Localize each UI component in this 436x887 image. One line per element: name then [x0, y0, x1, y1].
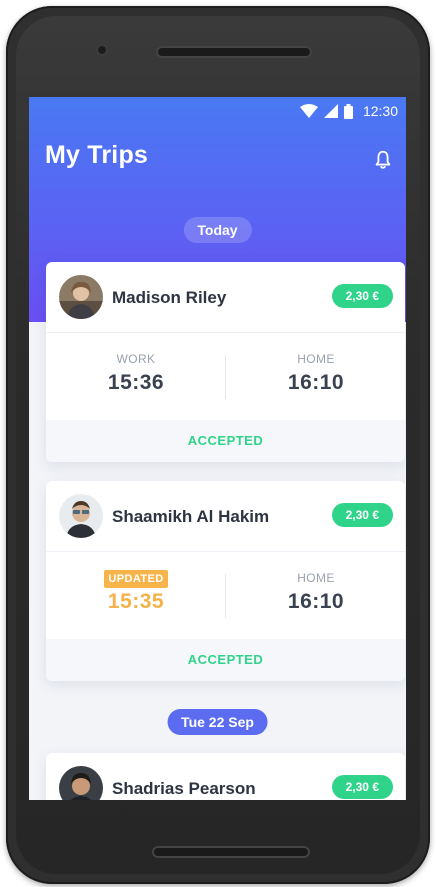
trip-card-header: Madison Riley 2,30 €	[46, 262, 405, 333]
trip-status: ACCEPTED	[46, 420, 405, 462]
avatar	[59, 766, 103, 800]
wifi-icon	[299, 104, 318, 118]
departure-time: 15:36	[107, 371, 165, 394]
status-time: 12:30	[362, 103, 398, 119]
bell-icon[interactable]	[372, 149, 394, 171]
trip-card[interactable]: Madison Riley 2,30 € WORK 15:36 HOME 16:…	[46, 262, 405, 462]
passenger-name: Madison Riley	[112, 288, 227, 307]
trip-card-header: Shaamikh Al Hakim 2,30 €	[46, 481, 405, 552]
section-label-date: Tue 22 Sep	[167, 709, 268, 735]
passenger-name: Shadrias Pearson	[112, 779, 256, 798]
avatar	[59, 494, 103, 538]
app-screen: 12:30 My Trips Today Madison Riley 2,30 …	[29, 97, 406, 800]
section-label-today: Today	[183, 217, 252, 243]
price-badge: 2,30 €	[331, 775, 393, 799]
passenger-name: Shaamikh Al Hakim	[112, 507, 270, 526]
arrival-time: 16:10	[287, 371, 345, 394]
origin-label: UPDATED	[76, 570, 196, 588]
trip-status: ACCEPTED	[46, 639, 405, 681]
avatar	[59, 275, 103, 319]
trip-destination: HOME 16:10	[256, 351, 376, 395]
destination-label: HOME	[297, 571, 335, 585]
bottom-speaker	[152, 846, 310, 858]
top-speaker	[156, 46, 312, 58]
page-title: My Trips	[45, 141, 149, 169]
destination-label: HOME	[297, 352, 335, 366]
trip-card[interactable]: Shadrias Pearson 2,30 €	[46, 753, 405, 800]
divider	[225, 574, 226, 618]
trip-destination: HOME 16:10	[256, 570, 376, 614]
price-badge: 2,30 €	[331, 503, 393, 527]
trip-origin: UPDATED 15:35	[76, 570, 196, 614]
status-bar: 12:30	[29, 97, 406, 125]
departure-time: 15:35	[107, 590, 165, 613]
battery-icon	[343, 103, 353, 119]
origin-label: WORK	[116, 352, 156, 366]
trip-card[interactable]: Shaamikh Al Hakim 2,30 € UPDATED 15:35 H…	[46, 481, 405, 681]
trip-times: UPDATED 15:35 HOME 16:10	[46, 552, 405, 640]
arrival-time: 16:10	[287, 590, 345, 613]
price-badge: 2,30 €	[331, 284, 393, 308]
divider	[225, 355, 226, 399]
trip-origin: WORK 15:36	[76, 351, 196, 395]
updated-badge: UPDATED	[104, 570, 168, 588]
signal-icon	[323, 104, 338, 118]
trip-times: WORK 15:36 HOME 16:10	[46, 333, 405, 421]
trip-card-header: Shadrias Pearson 2,30 €	[46, 753, 405, 800]
front-camera	[96, 44, 108, 56]
